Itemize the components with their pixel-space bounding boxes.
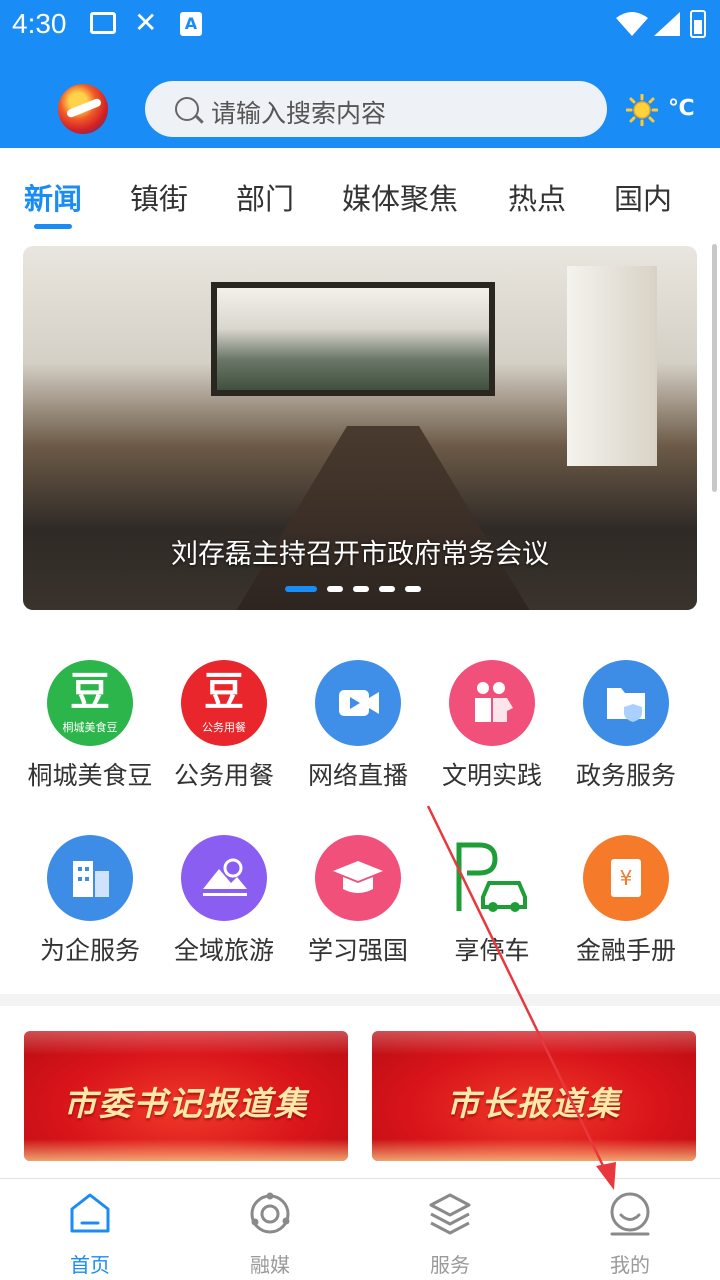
home-icon xyxy=(70,1193,110,1233)
service-enterprise[interactable]: 为企服务 xyxy=(23,835,157,967)
tab-towns[interactable]: 镇街 xyxy=(130,176,188,218)
cell-signal-icon xyxy=(654,12,680,36)
promo-title: 市委书记报道集 xyxy=(63,1084,309,1123)
service-label: 全域旅游 xyxy=(173,936,274,965)
bottom-navigation: 首页 融媒 服务 我的 xyxy=(0,1178,720,1280)
carousel-dot[interactable] xyxy=(353,586,369,592)
wifi-icon xyxy=(616,12,648,36)
volunteer-icon xyxy=(449,660,535,746)
tab-news[interactable]: 新闻 xyxy=(24,176,82,218)
close-notification-icon: ✕ xyxy=(134,6,158,39)
promo-party-secretary-reports[interactable]: 市委书记报道集 xyxy=(24,1031,348,1161)
carousel-dot[interactable] xyxy=(327,586,343,592)
service-parking[interactable]: 享停车 xyxy=(425,835,559,967)
service-label: 桐城美食豆 xyxy=(27,761,153,790)
parking-car-icon xyxy=(449,835,535,921)
live-video-icon xyxy=(315,660,401,746)
service-label: 文明实践 xyxy=(441,761,542,790)
banner-photo-painting xyxy=(211,282,495,396)
carousel-dot[interactable] xyxy=(379,586,395,592)
carousel-dot-active[interactable] xyxy=(285,586,317,592)
service-tourism[interactable]: 全域旅游 xyxy=(157,835,291,967)
tab-hot[interactable]: 热点 xyxy=(508,176,566,218)
tab-media-focus[interactable]: 媒体聚焦 xyxy=(342,176,458,218)
promo-mayor-reports[interactable]: 市长报道集 xyxy=(372,1031,696,1161)
status-bar: 4:30 ✕ A xyxy=(0,0,720,50)
status-time: 4:30 xyxy=(12,8,67,39)
enterprise-building-icon xyxy=(47,835,133,921)
keyboard-notification-icon: A xyxy=(180,12,202,36)
layers-icon xyxy=(429,1193,471,1235)
graduation-cap-icon xyxy=(315,835,401,921)
service-food-bean[interactable]: 豆 桐城美食豆 桐城美食豆 xyxy=(23,660,157,792)
nav-label: 首页 xyxy=(70,1253,110,1277)
tab-domestic[interactable]: 国内 xyxy=(614,176,672,218)
service-label: 金融手册 xyxy=(575,936,676,965)
nav-mine[interactable]: 我的 xyxy=(570,1191,690,1278)
carousel-caption[interactable]: 刘存磊主持召开市政府常务会议 xyxy=(23,532,697,571)
banner-window xyxy=(567,266,657,466)
section-divider xyxy=(0,994,720,1006)
nav-services[interactable]: 服务 xyxy=(390,1191,510,1278)
tourism-landscape-icon xyxy=(181,835,267,921)
service-label: 政务服务 xyxy=(575,761,676,790)
image-notification-icon xyxy=(90,12,116,34)
svg-text:¥: ¥ xyxy=(620,866,633,890)
gov-folder-icon xyxy=(583,660,669,746)
nav-label: 我的 xyxy=(610,1253,650,1277)
official-dining-icon: 豆 公务用餐 xyxy=(181,660,267,746)
search-bar[interactable]: 请输入搜索内容 xyxy=(145,81,607,137)
service-government[interactable]: 政务服务 xyxy=(559,660,693,792)
nav-media[interactable]: 融媒 xyxy=(210,1191,330,1278)
service-official-dining[interactable]: 豆 公务用餐 公务用餐 xyxy=(157,660,291,792)
service-label: 网络直播 xyxy=(307,761,408,790)
search-placeholder: 请输入搜索内容 xyxy=(211,99,387,128)
news-carousel[interactable]: 刘存磊主持召开市政府常务会议 xyxy=(23,246,697,610)
service-label: 为企服务 xyxy=(39,936,140,965)
carousel-dot[interactable] xyxy=(405,586,421,592)
app-logo[interactable] xyxy=(58,84,108,134)
service-label: 享停车 xyxy=(454,936,530,965)
service-civilization-practice[interactable]: 文明实践 xyxy=(425,660,559,792)
tab-departments[interactable]: 部门 xyxy=(236,176,294,218)
battery-icon xyxy=(690,10,706,38)
temperature-text[interactable]: ℃ xyxy=(668,96,695,121)
category-tabs: 新闻 镇街 部门 媒体聚焦 热点 国内 xyxy=(0,148,720,238)
service-live-stream[interactable]: 网络直播 xyxy=(291,660,425,792)
service-label: 公务用餐 xyxy=(173,761,274,790)
service-study[interactable]: 学习强国 xyxy=(291,835,425,967)
nav-home[interactable]: 首页 xyxy=(30,1191,150,1278)
app-screen: 4:30 ✕ A 请输入搜索内容 ℃ 新闻 镇街 部门 媒体聚焦 热点 国内 刘… xyxy=(0,0,720,1280)
media-orbit-icon xyxy=(250,1192,290,1234)
search-icon xyxy=(175,97,199,121)
service-label: 学习强国 xyxy=(307,936,408,965)
profile-smile-icon xyxy=(610,1192,650,1236)
nav-label: 融媒 xyxy=(250,1253,290,1277)
scrollbar[interactable] xyxy=(712,244,717,492)
sun-icon[interactable] xyxy=(626,94,658,126)
active-tab-indicator xyxy=(34,224,72,229)
service-finance[interactable]: ¥ 金融手册 xyxy=(559,835,693,967)
finance-book-icon: ¥ xyxy=(583,835,669,921)
banner-photo-table xyxy=(233,426,533,610)
promo-title: 市长报道集 xyxy=(446,1084,622,1123)
nav-label: 服务 xyxy=(430,1253,470,1277)
food-bean-icon: 豆 桐城美食豆 xyxy=(47,660,133,746)
